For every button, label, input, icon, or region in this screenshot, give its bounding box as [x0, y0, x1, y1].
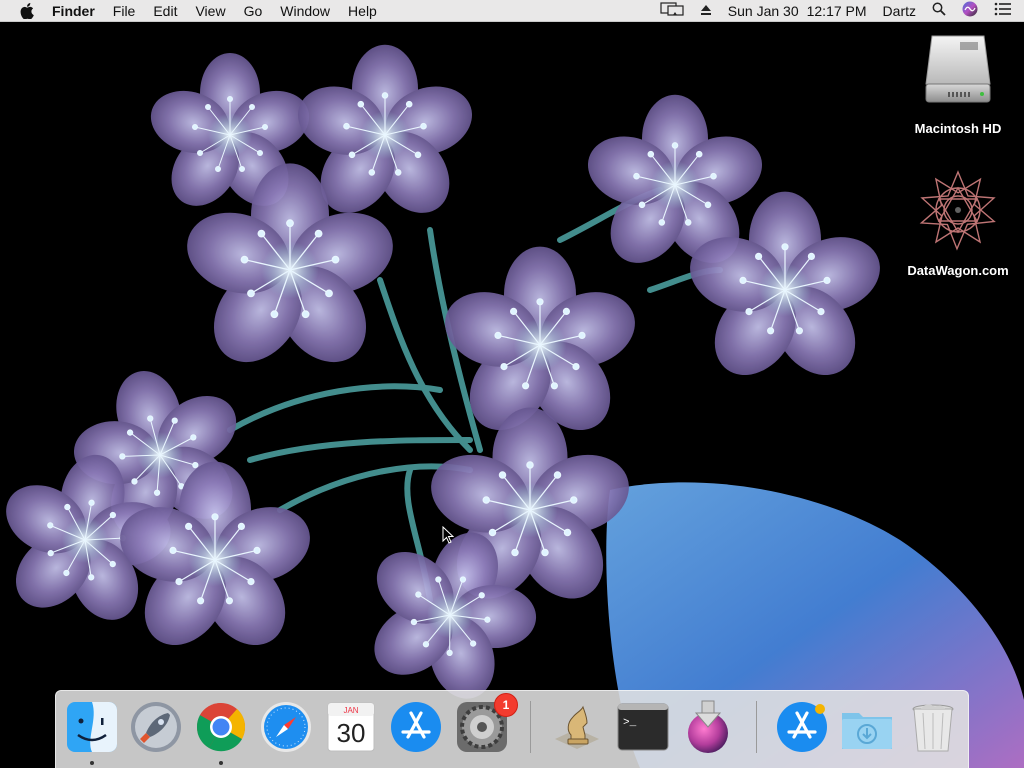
dock-terminal[interactable]: >_: [615, 699, 671, 755]
dock-chrome[interactable]: [193, 699, 249, 755]
dock-chess[interactable]: [549, 699, 605, 755]
dock-macos-installer[interactable]: [680, 699, 736, 755]
app-store-folder-icon: [777, 702, 827, 752]
menu-finder[interactable]: Finder: [42, 0, 104, 22]
hard-drive-icon[interactable]: [918, 30, 998, 115]
spotlight-search-icon[interactable]: [932, 2, 946, 19]
dock-finder[interactable]: [64, 699, 120, 755]
chrome-icon: [196, 702, 246, 752]
running-indicator: [219, 761, 223, 765]
dock-calendar[interactable]: JAN 30: [323, 699, 379, 755]
calendar-month: JAN: [343, 706, 358, 715]
dock-app-store[interactable]: [388, 699, 444, 755]
dock: JAN 30 1 >_: [55, 690, 969, 768]
chess-knight-icon: [555, 705, 599, 749]
trash-icon: [912, 704, 954, 752]
dock-applications-stack[interactable]: [774, 699, 830, 755]
date-label[interactable]: Sun Jan 30: [728, 0, 799, 22]
downloads-folder-icon: [842, 713, 892, 749]
display-mirroring-icon[interactable]: [660, 2, 684, 19]
app-store-icon: [391, 702, 441, 752]
notification-badge: 1: [494, 693, 518, 717]
menu-bar: Finder File Edit View Go Window Help Sun…: [0, 0, 1024, 22]
dock-system-preferences[interactable]: 1: [454, 693, 518, 755]
desktop-icon-label: Macintosh HD: [914, 121, 1002, 136]
finder-icon: [67, 702, 117, 752]
mouse-pointer-icon: [442, 525, 455, 549]
eject-icon[interactable]: [700, 3, 712, 19]
desktop-icon-datawagon[interactable]: DataWagon.com: [903, 168, 1013, 278]
dock-trash[interactable]: [905, 699, 961, 755]
desktop-icon-label: DataWagon.com: [907, 263, 1009, 278]
installer-download-icon: [688, 700, 728, 753]
menu-edit[interactable]: Edit: [144, 0, 186, 22]
launchpad-rocket-icon: [131, 702, 181, 752]
safari-compass-icon: [261, 702, 311, 752]
dock-safari[interactable]: [258, 699, 314, 755]
star-mandala-icon[interactable]: [916, 168, 1000, 257]
menu-file[interactable]: File: [104, 0, 145, 22]
dock-separator: [530, 701, 531, 753]
terminal-prompt: >_: [623, 717, 637, 729]
siri-icon[interactable]: [962, 1, 978, 20]
user-label[interactable]: Dartz: [883, 0, 916, 22]
menu-go[interactable]: Go: [235, 0, 272, 22]
dock-separator: [756, 701, 757, 753]
desktop-icon-macintosh-hd[interactable]: Macintosh HD: [903, 30, 1013, 136]
notification-center-icon[interactable]: [994, 2, 1012, 19]
calendar-icon: JAN 30: [327, 702, 375, 752]
dock-launchpad[interactable]: [128, 699, 184, 755]
dock-downloads[interactable]: [839, 699, 895, 755]
menu-window[interactable]: Window: [271, 0, 339, 22]
running-indicator: [90, 761, 94, 765]
time-label[interactable]: 12:17 PM: [807, 0, 867, 22]
menu-view[interactable]: View: [186, 0, 234, 22]
calendar-day: 30: [337, 718, 366, 748]
desktop-wallpaper: [0, 22, 1024, 768]
terminal-icon: >_: [617, 703, 669, 751]
menu-help[interactable]: Help: [339, 0, 386, 22]
apple-menu-icon[interactable]: [12, 0, 42, 22]
